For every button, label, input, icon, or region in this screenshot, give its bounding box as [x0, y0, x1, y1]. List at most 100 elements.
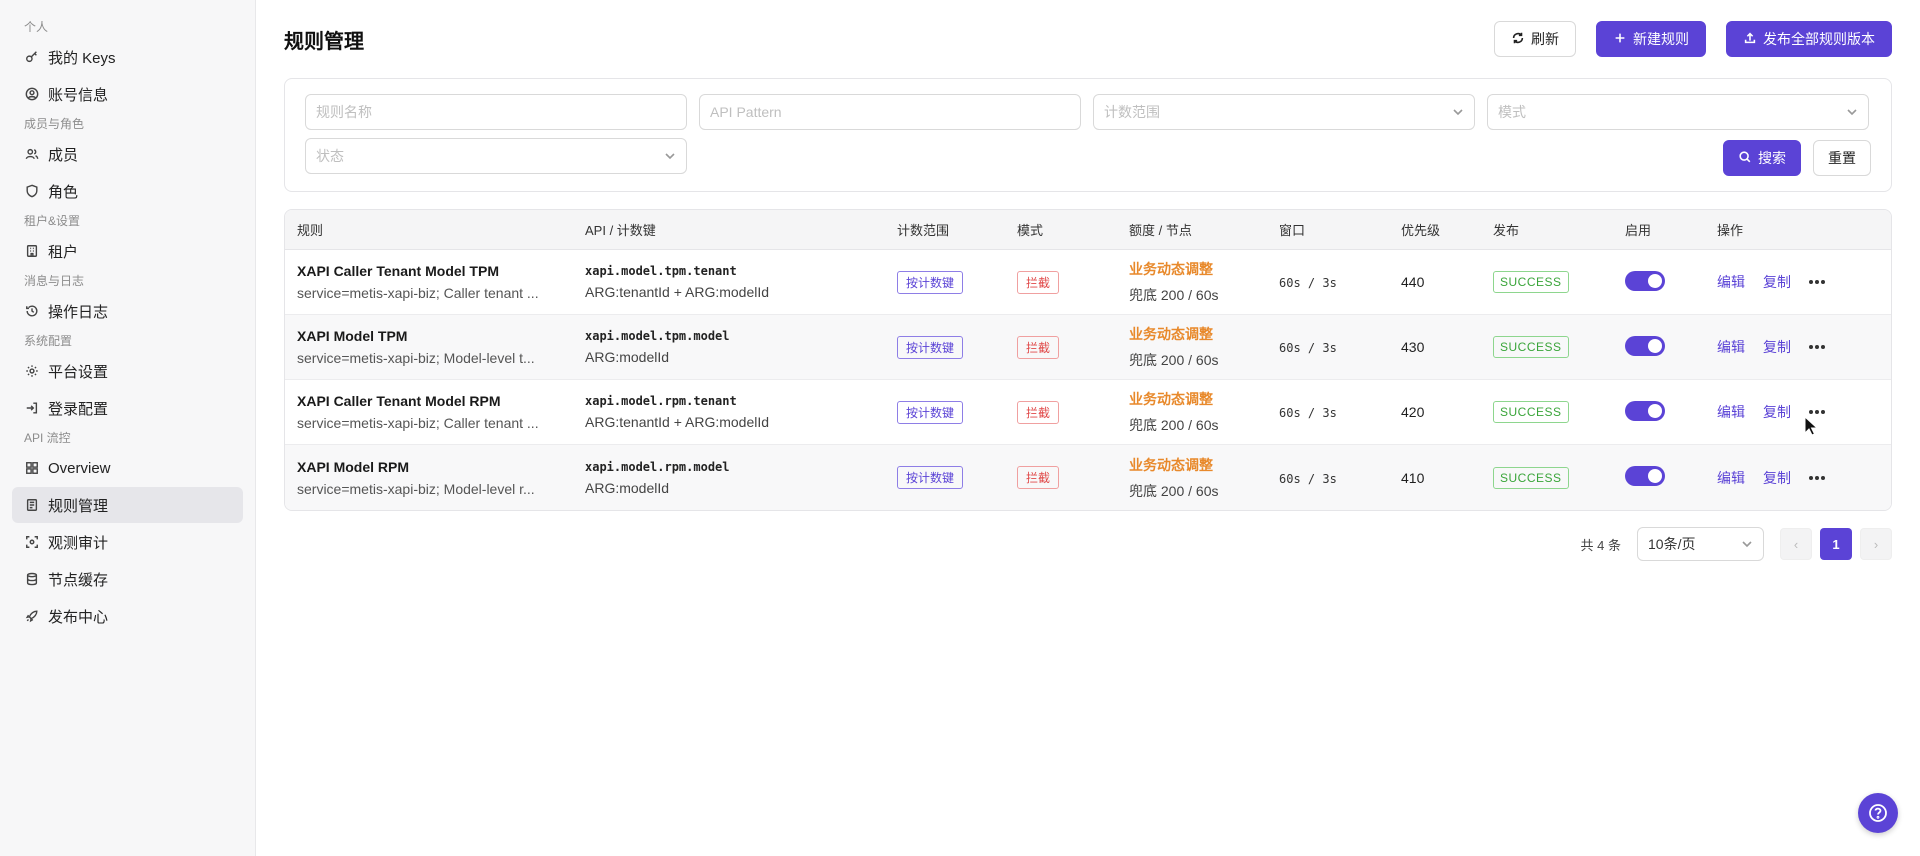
- page-number-button[interactable]: 1: [1820, 528, 1852, 560]
- publish-status-badge: SUCCESS: [1493, 336, 1569, 358]
- copy-link[interactable]: 复制: [1763, 337, 1791, 357]
- scope-placeholder: 计数范围: [1104, 104, 1160, 120]
- sidebar-item-tenant[interactable]: 租户: [12, 233, 243, 269]
- search-button[interactable]: 搜索: [1723, 140, 1801, 176]
- sidebar-item-label: 成员: [48, 146, 79, 164]
- table-row: XAPI Caller Tenant Model TPM service=meti…: [285, 250, 1891, 315]
- sidebar-item-label: 发布中心: [48, 608, 109, 626]
- edit-link[interactable]: 编辑: [1717, 468, 1745, 488]
- edit-link[interactable]: 编辑: [1717, 402, 1745, 422]
- window-value: 60s / 3s: [1279, 471, 1337, 486]
- sidebar-item-publish-center[interactable]: 发布中心: [12, 598, 243, 634]
- sidebar-item-roles[interactable]: 角色: [12, 173, 243, 209]
- copy-link[interactable]: 复制: [1763, 402, 1791, 422]
- chevron-down-icon: [1742, 541, 1752, 548]
- search-icon: [1738, 150, 1752, 167]
- more-icon[interactable]: [1809, 280, 1825, 284]
- history-icon: [24, 303, 40, 319]
- status-select[interactable]: 状态: [305, 138, 687, 174]
- priority-value: 440: [1401, 274, 1425, 290]
- publish-all-label: 发布全部规则版本: [1763, 31, 1875, 47]
- status-placeholder: 状态: [316, 148, 344, 164]
- api-args: ARG:tenantId + ARG:modelId: [585, 284, 770, 300]
- page-header: 规则管理 刷新 新建规则 发布全部规则版本: [284, 0, 1892, 78]
- copy-link[interactable]: 复制: [1763, 272, 1791, 292]
- priority-value: 430: [1401, 339, 1425, 355]
- rule-name: XAPI Caller Tenant Model TPM: [297, 263, 499, 279]
- reset-label: 重置: [1828, 150, 1856, 166]
- refresh-button[interactable]: 刷新: [1494, 21, 1576, 57]
- col-quota: 额度 / 节点: [1129, 223, 1192, 238]
- col-scope: 计数范围: [897, 223, 950, 238]
- page-title: 规则管理: [284, 30, 364, 53]
- chevron-down-icon: [665, 153, 675, 160]
- enable-toggle[interactable]: [1625, 270, 1665, 291]
- chevron-down-icon: [1847, 109, 1857, 116]
- key-icon: [24, 49, 40, 65]
- api-args: ARG:modelId: [585, 349, 670, 365]
- enable-toggle[interactable]: [1625, 466, 1665, 486]
- sidebar-item-account[interactable]: 账号信息: [12, 76, 243, 112]
- scope-select[interactable]: 计数范围: [1093, 94, 1475, 130]
- quota-sub: 兜底 200 / 60s: [1129, 417, 1219, 433]
- total-count: 共 4 条: [1580, 537, 1621, 553]
- rule-desc: service=metis-xapi-biz; Caller tenant ..…: [297, 415, 539, 431]
- filter-panel: 规则名称 API Pattern 计数范围 模式 状态 搜索 重置: [284, 78, 1892, 192]
- more-icon[interactable]: [1809, 475, 1825, 480]
- prev-page-button[interactable]: ‹: [1780, 528, 1812, 560]
- enable-toggle[interactable]: [1625, 400, 1665, 421]
- sidebar-item-members[interactable]: 成员: [12, 136, 243, 172]
- publish-all-button[interactable]: 发布全部规则版本: [1726, 21, 1892, 57]
- edit-link[interactable]: 编辑: [1717, 272, 1745, 292]
- api-key: xapi.model.tpm.model: [585, 329, 730, 343]
- sidebar-item-login-config[interactable]: 登录配置: [12, 390, 243, 426]
- sidebar-item-observe-audit[interactable]: 观测审计: [12, 524, 243, 560]
- mode-tag: 拦截: [1017, 335, 1060, 359]
- building-icon: [24, 243, 40, 259]
- sidebar-group-messages-logs: 消息与日志: [24, 274, 85, 288]
- mode-placeholder: 模式: [1498, 104, 1526, 120]
- page-size-select[interactable]: 10条/页: [1637, 527, 1764, 561]
- api-args: ARG:modelId: [585, 479, 670, 496]
- more-icon[interactable]: [1809, 345, 1825, 349]
- sidebar-item-operation-log[interactable]: 操作日志: [12, 293, 243, 329]
- pagination: 共 4 条 10条/页 ‹ 1 ›: [284, 527, 1892, 561]
- enable-toggle[interactable]: [1625, 335, 1665, 356]
- plus-icon: [1613, 31, 1627, 48]
- sidebar-item-node-cache[interactable]: 节点缓存: [12, 561, 243, 597]
- api-pattern-placeholder: API Pattern: [710, 104, 782, 120]
- sidebar-item-label: 账号信息: [48, 86, 109, 104]
- rocket-icon: [24, 608, 40, 624]
- next-page-button[interactable]: ›: [1860, 528, 1892, 560]
- sidebar-item-label: 观测审计: [48, 534, 109, 552]
- col-enabled: 启用: [1625, 223, 1652, 238]
- api-pattern-input[interactable]: API Pattern: [699, 94, 1081, 130]
- quota-title: 业务动态调整: [1129, 456, 1213, 473]
- sidebar-group-members-roles: 成员与角色: [24, 117, 85, 131]
- sidebar-group-system-config: 系统配置: [24, 334, 73, 348]
- new-rule-button[interactable]: 新建规则: [1596, 21, 1706, 57]
- help-button[interactable]: [1858, 793, 1898, 833]
- rule-name-input[interactable]: 规则名称: [305, 94, 687, 130]
- quota-sub: 兜底 200 / 60s: [1129, 287, 1219, 303]
- mode-tag: 拦截: [1017, 270, 1060, 294]
- rule-name: XAPI Model TPM: [297, 328, 408, 344]
- sidebar-item-rule-management[interactable]: 规则管理: [12, 487, 243, 523]
- reset-button[interactable]: 重置: [1813, 140, 1871, 176]
- new-rule-label: 新建规则: [1633, 31, 1689, 47]
- rules-icon: [24, 497, 40, 513]
- quota-title: 业务动态调整: [1129, 261, 1213, 277]
- sidebar-item-overview[interactable]: Overview: [12, 450, 243, 486]
- col-rule: 规则: [297, 223, 324, 238]
- mouse-cursor-icon: [1804, 415, 1819, 436]
- scan-icon: [24, 534, 40, 550]
- copy-link[interactable]: 复制: [1763, 468, 1791, 488]
- mode-select[interactable]: 模式: [1487, 94, 1869, 130]
- dashboard-icon: [24, 460, 40, 476]
- edit-link[interactable]: 编辑: [1717, 337, 1745, 357]
- sidebar-item-my-keys[interactable]: 我的 Keys: [12, 39, 243, 75]
- more-icon[interactable]: [1809, 410, 1825, 414]
- table-header: 规则 API / 计数键 计数范围 模式 额度 / 节点 窗口 优先级 发布 启…: [285, 210, 1891, 250]
- sidebar-item-platform-settings[interactable]: 平台设置: [12, 353, 243, 389]
- refresh-label: 刷新: [1531, 31, 1559, 47]
